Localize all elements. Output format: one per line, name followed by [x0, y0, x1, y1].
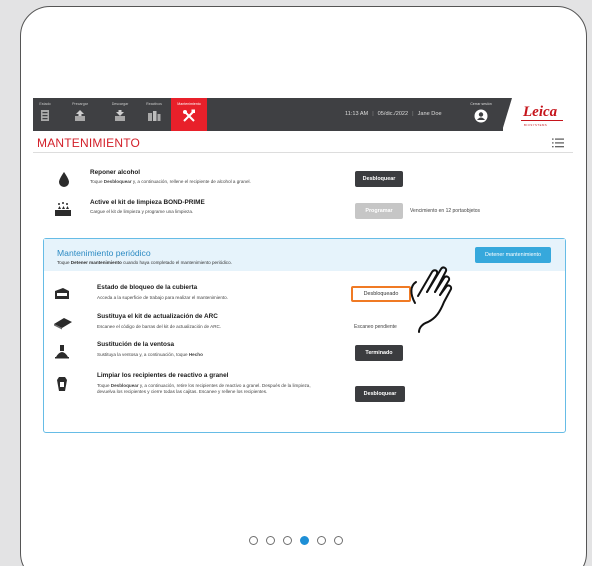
reagent-container-icon: [57, 377, 67, 391]
time-text: 11:13 AM: [345, 111, 369, 117]
clock-user-info: 11:13 AM | 05/dic./2022 | Jane Doe: [345, 111, 442, 117]
pager-dot[interactable]: [317, 536, 326, 545]
unload-icon: [115, 110, 125, 121]
suction-cup-icon: [55, 345, 69, 359]
task-kit-limpieza: Active el kit de limpieza BOND-PRIME Car…: [33, 198, 573, 224]
date-text: 05/dic./2022: [377, 111, 409, 117]
item-title: Sustitución de la ventosa: [97, 341, 175, 348]
item-desc: Acceda a la superficie de trabajo para r…: [97, 295, 228, 300]
task-desc: Cargue el kit de limpieza y programe una…: [90, 209, 194, 214]
pager-dot[interactable]: [266, 536, 275, 545]
item-title: Estado de bloqueo de la cubierta: [97, 284, 198, 291]
tab-label: Reactivos: [146, 102, 162, 106]
stop-maintenance-button[interactable]: Detener mantenimiento: [475, 247, 551, 263]
tab-reactivos[interactable]: Reactivos: [139, 98, 169, 131]
pager-dot[interactable]: [283, 536, 292, 545]
reagents-icon: [148, 111, 161, 121]
alcohol-drop-icon: [59, 172, 69, 187]
pager-dot[interactable]: [334, 536, 343, 545]
tab-descargar[interactable]: Descargar: [103, 98, 137, 131]
maintenance-tools-icon: [183, 109, 195, 122]
tab-estado[interactable]: Estado: [33, 98, 57, 131]
page-header: MANTENIMIENTO: [33, 131, 573, 153]
periodic-header: Mantenimiento periódico Toque Detener ma…: [44, 239, 565, 271]
item-desc: Escanee el código de barras del kit de a…: [97, 324, 222, 329]
item-title: Limpiar los recipientes de reactivo a gr…: [97, 372, 229, 379]
unlock-alcohol-button[interactable]: Desbloquear: [355, 171, 403, 187]
leica-logo: Leica BIOSYSTEMS: [502, 98, 573, 131]
item-desc: Sustituya la ventosa y, a continuación, …: [97, 352, 203, 357]
tab-label: Estado: [39, 102, 51, 106]
list-menu-icon[interactable]: [552, 138, 564, 148]
due-status: Vencimiento en 12 portaobjetos: [410, 208, 481, 214]
preload-icon: [75, 110, 85, 121]
task-title: Active el kit de limpieza BOND-PRIME: [90, 199, 205, 206]
page-indicator: [0, 536, 592, 550]
scan-status: Escaneo pendiente: [354, 324, 397, 330]
logo-subtext: BIOSYSTEMS: [524, 123, 548, 127]
tab-label: Descargar: [111, 102, 129, 106]
cleaning-kit-icon: [55, 202, 71, 216]
tab-label: Mantenimiento: [177, 102, 201, 106]
task-desc: Toque Desbloquear y, a continuación, rel…: [90, 179, 251, 184]
tab-label: Precargar: [72, 102, 88, 106]
arc-kit-icon: [54, 318, 72, 330]
top-nav: Estado Precargar Descargar Reactivos Man…: [33, 98, 573, 131]
app-screen: Estado Precargar Descargar Reactivos Man…: [33, 98, 573, 439]
task-reponer-alcohol: Reponer alcohol Toque Desbloquear y, a c…: [33, 168, 573, 194]
pager-dot-active[interactable]: [300, 536, 309, 545]
unlock-reagent-button[interactable]: Desbloquear: [355, 386, 405, 402]
tap-hand-icon: [410, 266, 453, 333]
periodic-title: Mantenimiento periódico: [57, 248, 151, 258]
item-title: Sustituya el kit de actualización de ARC: [97, 313, 218, 320]
logout-button[interactable]: Cerrar sesión: [466, 102, 496, 123]
tab-precargar[interactable]: Precargar: [63, 98, 97, 131]
user-name: Jane Doe: [417, 111, 442, 117]
tab-mantenimiento[interactable]: Mantenimiento: [171, 98, 207, 131]
periodic-maintenance-panel: Mantenimiento periódico Toque Detener ma…: [43, 238, 566, 433]
periodic-desc: Toque Detener mantenimiento cuando haya …: [57, 260, 232, 265]
cover-lock-icon: [55, 288, 69, 299]
status-icon: [41, 110, 49, 121]
schedule-cleaning-button[interactable]: Programar: [355, 203, 403, 219]
user-logout-icon: [474, 109, 488, 123]
item-desc: Toque Desbloquear y, a continuación, ret…: [97, 383, 311, 395]
logo-wordmark: Leica: [523, 104, 558, 120]
pager-dot[interactable]: [249, 536, 258, 545]
logout-label: Cerrar sesión: [470, 102, 492, 106]
task-title: Reponer alcohol: [90, 169, 141, 176]
done-suction-cup-button[interactable]: Terminado: [355, 345, 403, 361]
page-title: MANTENIMIENTO: [37, 136, 141, 150]
